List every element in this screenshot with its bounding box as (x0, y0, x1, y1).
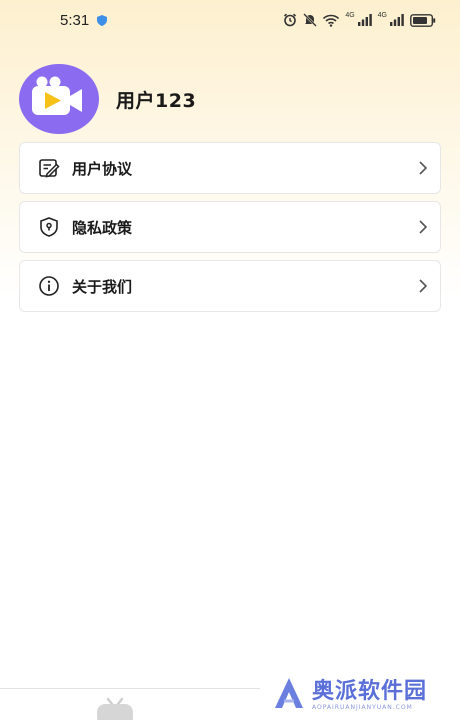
shield-lock-icon (37, 215, 61, 239)
profile-header[interactable]: 用户123 (19, 64, 196, 134)
menu-item-about-us[interactable]: 关于我们 (19, 260, 441, 312)
avatar[interactable] (19, 64, 99, 134)
chevron-right-icon (418, 160, 428, 176)
info-icon (37, 274, 61, 298)
wifi-icon (323, 14, 340, 27)
bottom-tab-home[interactable] (92, 696, 138, 720)
chevron-right-icon (418, 278, 428, 294)
chevron-right-icon (418, 219, 428, 235)
status-bar: 5:31 4G 4G (0, 0, 460, 40)
mute-bell-icon (303, 13, 318, 27)
status-right: 4G 4G (283, 11, 436, 27)
menu-item-label: 用户协议 (72, 159, 133, 178)
watermark-subtext: AOPAIRUANJIANYUAN.COM (312, 703, 413, 711)
menu-item-label: 关于我们 (72, 277, 133, 296)
watermark-text: 奥派软件园 (312, 678, 428, 704)
bottom-nav-divider (0, 688, 260, 689)
battery-icon (410, 13, 436, 27)
document-edit-icon (37, 156, 61, 180)
username: 用户123 (116, 89, 197, 112)
signal-bars-icon (357, 14, 372, 26)
shield-badge-icon (97, 14, 108, 26)
signal1-label: 4G (345, 11, 355, 19)
signal-bars-icon (390, 14, 404, 26)
status-time: 5:31 (60, 11, 90, 29)
menu-item-privacy-policy[interactable]: 隐私政策 (19, 201, 441, 253)
watermark-text-wrap: 奥派软件园 AOPAIRUANJIANYUAN.COM (312, 678, 428, 711)
signal2-label: 4G (377, 11, 387, 19)
watermark-logo-icon (272, 676, 306, 714)
video-camera-icon (28, 75, 90, 123)
menu-item-user-agreement[interactable]: 用户协议 (19, 142, 441, 194)
alarm-icon (283, 13, 297, 27)
status-left: 5:31 (60, 11, 108, 29)
tv-icon (93, 696, 137, 720)
menu-item-label: 隐私政策 (72, 218, 133, 237)
watermark: 奥派软件园 AOPAIRUANJIANYUAN.COM (272, 676, 427, 714)
